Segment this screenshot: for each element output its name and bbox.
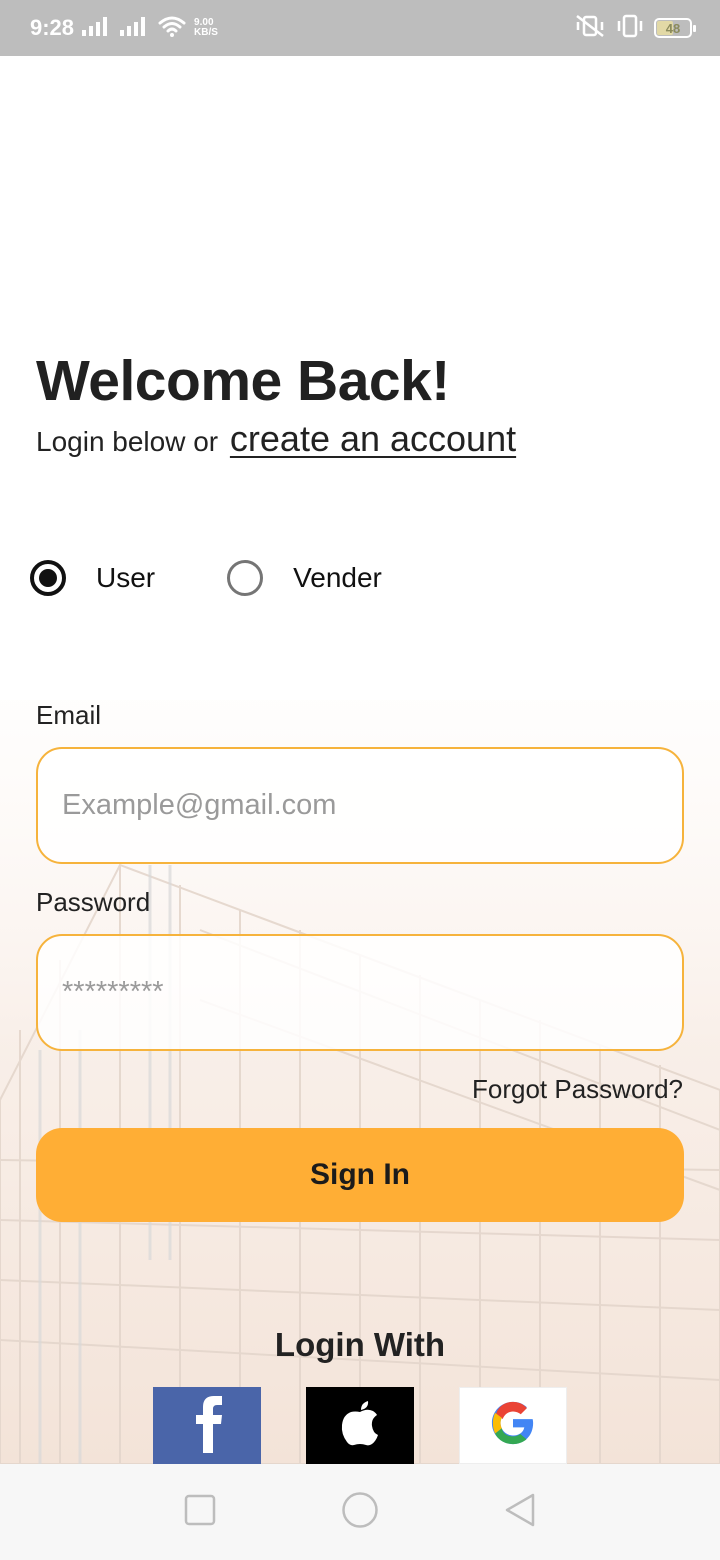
page-title: Welcome Back! xyxy=(36,349,450,413)
circle-icon xyxy=(341,1491,379,1534)
status-bar-right: 48 xyxy=(574,14,696,43)
facebook-login-button[interactable] xyxy=(153,1387,261,1464)
recent-apps-button[interactable] xyxy=(170,1482,230,1542)
status-bar: 9:28 9.00 KB/S 48 xyxy=(0,0,720,56)
apple-login-button[interactable] xyxy=(306,1387,414,1464)
signal-icon xyxy=(82,16,112,41)
login-with-heading: Login With xyxy=(274,1326,446,1363)
subtitle: Login below or create an account xyxy=(36,418,516,460)
login-screen: 9:28 9.00 KB/S 48 Welcome Back! Login be… xyxy=(0,0,720,1560)
email-field[interactable] xyxy=(36,747,684,864)
network-speed-unit: KB/S xyxy=(194,27,218,38)
wifi-icon xyxy=(158,15,186,42)
radio-user[interactable]: User xyxy=(30,560,155,596)
back-button[interactable] xyxy=(490,1482,550,1542)
subtitle-text: Login below or xyxy=(36,426,219,457)
google-icon xyxy=(490,1400,536,1451)
radio-vender-label: Vender xyxy=(293,562,382,593)
status-time: 9:28 xyxy=(30,15,75,40)
create-account-link[interactable]: create an account xyxy=(230,418,516,459)
radio-user-label: User xyxy=(96,562,156,593)
battery-icon: 48 xyxy=(654,18,696,38)
signal-icon xyxy=(120,16,150,41)
network-speed: 9.00 KB/S xyxy=(194,18,218,38)
vibrate-off-icon xyxy=(574,14,606,43)
forgot-password-link[interactable]: Forgot Password? xyxy=(472,1074,683,1105)
google-login-button[interactable] xyxy=(459,1387,567,1464)
password-field[interactable] xyxy=(36,934,684,1051)
sign-in-button[interactable]: Sign In xyxy=(36,1128,684,1222)
password-label: Password xyxy=(36,887,151,917)
apple-icon xyxy=(340,1400,380,1451)
system-navigation-bar xyxy=(0,1464,720,1560)
radio-vender-circle[interactable] xyxy=(227,560,264,596)
radio-vender[interactable]: Vender xyxy=(227,560,382,596)
status-bar-left: 9:28 9.00 KB/S xyxy=(30,15,218,42)
radio-user-circle[interactable] xyxy=(30,560,66,596)
back-triangle-icon xyxy=(503,1492,537,1533)
square-icon xyxy=(184,1494,216,1531)
email-label: Email xyxy=(36,700,102,730)
battery-level: 48 xyxy=(665,20,681,36)
vibrate-icon xyxy=(614,14,646,43)
home-button[interactable] xyxy=(330,1482,390,1542)
facebook-icon xyxy=(187,1393,227,1458)
account-type-selector: User Vender xyxy=(30,560,382,596)
